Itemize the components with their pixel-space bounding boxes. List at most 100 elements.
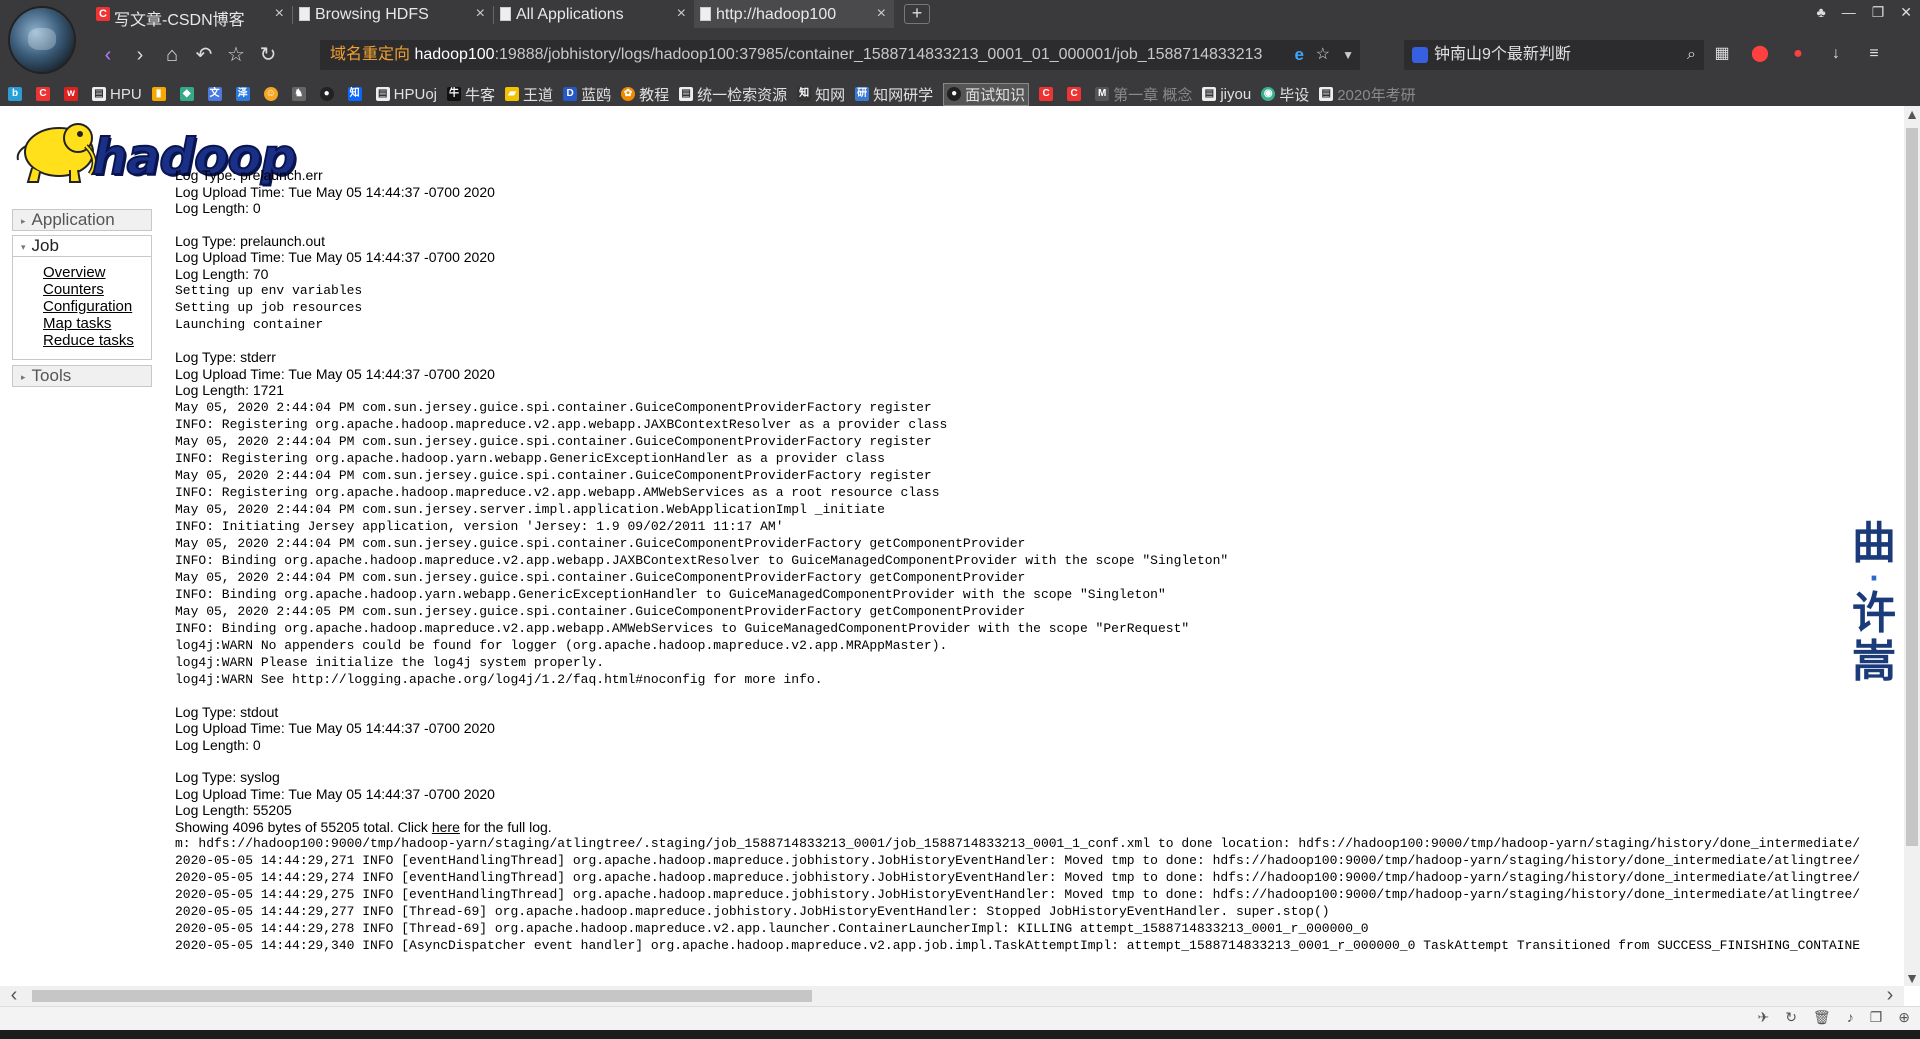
log-content: May 05, 2020 2:44:04 PM com.sun.jersey.g… — [175, 399, 1229, 687]
folder-icon: ▤ — [375, 87, 390, 101]
extension-icon[interactable]: ● — [1786, 40, 1810, 68]
vertical-scroll-thumb[interactable] — [1906, 128, 1918, 846]
vertical-scrollbar[interactable]: ▲ ▼ — [1904, 106, 1920, 986]
scroll-right-icon[interactable]: › — [1880, 985, 1900, 1006]
sidebar-link-reduce-tasks[interactable]: Reduce tasks — [43, 332, 151, 349]
scroll-down-icon[interactable]: ▼ — [1904, 970, 1920, 986]
bookmark-csdn-3[interactable]: C — [1067, 87, 1085, 101]
tab-close-icon[interactable]: × — [877, 5, 886, 23]
tab-close-icon[interactable]: × — [476, 5, 485, 23]
search-input[interactable]: 钟南山9个最新判断 — [1434, 46, 1571, 63]
search-box[interactable]: 钟南山9个最新判断 ⌕ — [1404, 40, 1704, 70]
log-length: Log Length: 70 — [175, 265, 269, 282]
lanou-icon: D — [563, 87, 578, 101]
zoom-icon[interactable]: ⊕ — [1898, 1009, 1910, 1026]
address-bar[interactable]: 域名重定向 hadoop100:19888/jobhistory/logs/ha… — [320, 40, 1360, 70]
forward-icon[interactable]: › — [124, 41, 156, 69]
scroll-left-icon[interactable]: ‹ — [4, 985, 24, 1006]
tab-browsing-hdfs[interactable]: Browsing HDFS × — [293, 0, 493, 28]
bookmark-wolf[interactable]: ♞ — [291, 87, 310, 101]
bookmark-csdn[interactable]: C — [36, 87, 54, 101]
bookmark-star-icon[interactable]: ☆ — [1316, 40, 1330, 70]
log-stderr: Log Type: stderr Log Upload Time: Tue Ma… — [175, 349, 1904, 688]
bookmark-hpuoj[interactable]: ▤ HPUoj — [375, 86, 437, 103]
bookmark-bishe[interactable]: ◉ 毕设 — [1261, 84, 1309, 105]
refresh-icon[interactable]: ↻ — [252, 41, 284, 69]
sidebar-link-map-tasks[interactable]: Map tasks — [43, 315, 151, 332]
bookmark-chart[interactable]: ▮ — [151, 87, 170, 101]
bookmark-tutorial[interactable]: ✿ 教程 — [621, 84, 669, 105]
tab-hadoop-active[interactable]: http://hadoop100 × — [694, 0, 894, 28]
tab-close-icon[interactable]: × — [275, 5, 284, 23]
log-prelaunch-err: Log Type: prelaunch.err Log Upload Time:… — [175, 167, 1904, 217]
page-icon — [500, 7, 511, 21]
bookmark-yanxue[interactable]: 研知网研学 — [855, 84, 933, 105]
scroll-up-icon[interactable]: ▲ — [1904, 106, 1920, 122]
back-icon[interactable]: ‹ — [92, 41, 124, 69]
bookmark-ze[interactable]: 泽 — [235, 87, 254, 101]
sound-icon[interactable]: ♪ — [1847, 1009, 1854, 1026]
minimize-icon[interactable]: — — [1842, 4, 1856, 21]
bookmark-csdn-2[interactable]: C — [1039, 87, 1057, 101]
log-upload-time: Log Upload Time: Tue May 05 14:44:37 -07… — [175, 183, 495, 200]
log-list: Log Type: prelaunch.err Log Upload Time:… — [175, 167, 1904, 970]
bookmark-hpu[interactable]: ▤ HPU — [92, 86, 142, 103]
bookmark-weibo[interactable]: w — [64, 87, 82, 101]
chevron-down-icon[interactable]: ▼ — [1342, 40, 1354, 70]
tab-close-icon[interactable]: × — [677, 5, 686, 23]
pin-icon[interactable]: ✈ — [1757, 1009, 1769, 1026]
adblock-icon[interactable]: ⬤ — [1748, 40, 1772, 68]
sidebar-link-configuration[interactable]: Configuration — [43, 298, 151, 315]
sidebar-application[interactable]: ▸ Application — [12, 209, 152, 231]
download-icon[interactable]: ↓ — [1824, 40, 1848, 68]
favorites-icon[interactable]: ☆ — [220, 41, 252, 69]
bookmark-label: 面试知识 — [965, 86, 1026, 104]
bookmark-translate[interactable]: 文 — [207, 87, 226, 101]
bookmark-search-resources[interactable]: ▤ 统一检索资源 — [679, 84, 787, 105]
undo-close-icon[interactable]: ↶ — [188, 41, 220, 69]
bookmark-label: 蓝鸥 — [581, 86, 612, 104]
search-icon[interactable]: ⌕ — [1687, 40, 1696, 70]
log-type: Log Type: syslog — [175, 769, 280, 785]
refresh-page-icon[interactable]: ↻ — [1785, 1009, 1797, 1026]
bookmark-interview[interactable]: ● 面试知识 — [943, 82, 1030, 106]
bookmark-bilibili[interactable]: b — [8, 87, 26, 101]
sidebar-tools[interactable]: ▸ Tools — [12, 365, 152, 387]
browser-logo-icon[interactable] — [10, 8, 74, 72]
horizontal-scroll-thumb[interactable] — [32, 990, 812, 1002]
maximize-icon[interactable]: ❐ — [1872, 4, 1885, 21]
full-log-link[interactable]: here — [432, 819, 460, 835]
apps-grid-icon[interactable]: ▦ — [1710, 40, 1734, 68]
window-icon[interactable]: ❐ — [1870, 1009, 1883, 1026]
log-upload-time: Log Upload Time: Tue May 05 14:44:37 -07… — [175, 720, 495, 736]
bookmark-niuke[interactable]: 牛牛客 — [447, 84, 495, 105]
ie-mode-icon[interactable]: e — [1295, 40, 1304, 70]
bookmark-chapter-one[interactable]: M 第一章 概念 — [1095, 84, 1192, 105]
bookmark-lanou[interactable]: D 蓝鸥 — [563, 84, 611, 105]
sidebar-link-overview[interactable]: Overview — [43, 264, 151, 281]
bookmark-label: HPU — [110, 85, 142, 103]
bookmark-chat[interactable]: ◆ — [179, 87, 198, 101]
menu-icon[interactable]: ≡ — [1862, 40, 1886, 68]
horizontal-scrollbar[interactable]: ‹ › — [0, 985, 1904, 1006]
bookmark-github[interactable]: ● — [319, 87, 338, 101]
bookmark-jiyou[interactable]: ▤ jiyou — [1202, 86, 1251, 103]
log-length: Log Length: 1721 — [175, 382, 284, 398]
trash-icon[interactable]: 🗑 — [1813, 1009, 1831, 1026]
sidebar-job[interactable]: ▾ Job — [12, 235, 152, 257]
shirt-icon[interactable]: ♣ — [1817, 4, 1826, 21]
bookmark-zhihu[interactable]: 知 — [347, 87, 366, 101]
tab-all-applications[interactable]: All Applications × — [494, 0, 694, 28]
close-window-icon[interactable]: ✕ — [1900, 4, 1912, 21]
bookmark-wangdao[interactable]: ▰ 王道 — [505, 84, 553, 105]
window-controls: ♣ — ❐ ✕ — [1817, 4, 1912, 21]
bookmark-kaoyan[interactable]: ▤ 2020年考研 — [1319, 84, 1416, 105]
tutorial-icon: ✿ — [621, 87, 636, 101]
home-icon[interactable]: ⌂ — [156, 41, 188, 69]
bookmark-cnki[interactable]: 知知网 — [797, 84, 845, 105]
sidebar-link-counters[interactable]: Counters — [43, 281, 151, 298]
bookmark-smile[interactable]: ☺ — [263, 87, 282, 101]
bookmarks-bar: b C w ▤ HPU ▮ ◆ 文 泽 ☺ ♞ ● 知 ▤ HPUoj 牛牛客 ▰ 王… — [0, 82, 1920, 106]
new-tab-button[interactable]: + — [904, 4, 930, 24]
tab-csdn[interactable]: C 写文章-CSDN博客 × — [92, 0, 292, 28]
